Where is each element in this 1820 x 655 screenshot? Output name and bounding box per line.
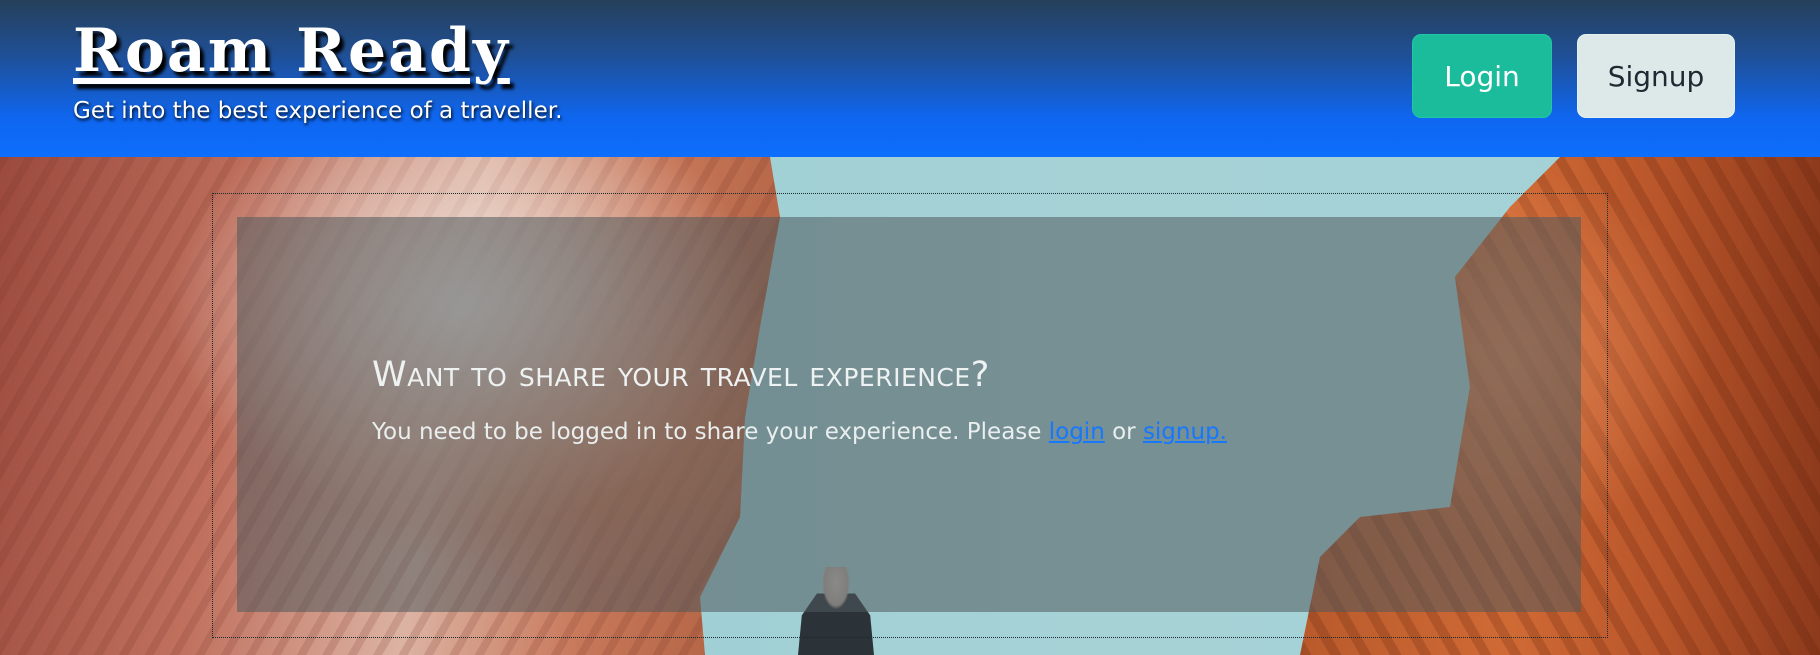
share-experience-card: Want to share your travel experience? Yo…: [237, 217, 1581, 612]
login-button[interactable]: Login: [1412, 34, 1552, 118]
brand-tagline: Get into the best experience of a travel…: [73, 98, 563, 124]
signup-button[interactable]: Signup: [1577, 34, 1735, 118]
card-title: Want to share your travel experience?: [372, 355, 990, 395]
login-link[interactable]: login: [1049, 419, 1105, 445]
site-header: Roam Ready Get into the best experience …: [0, 0, 1820, 157]
signup-link[interactable]: signup.: [1143, 419, 1227, 445]
login-prompt-separator: or: [1104, 419, 1143, 445]
login-prompt-text: You need to be logged in to share your e…: [372, 419, 1227, 445]
login-prompt-prefix: You need to be logged in to share your e…: [372, 419, 1049, 445]
brand-logo[interactable]: Roam Ready: [73, 18, 510, 84]
